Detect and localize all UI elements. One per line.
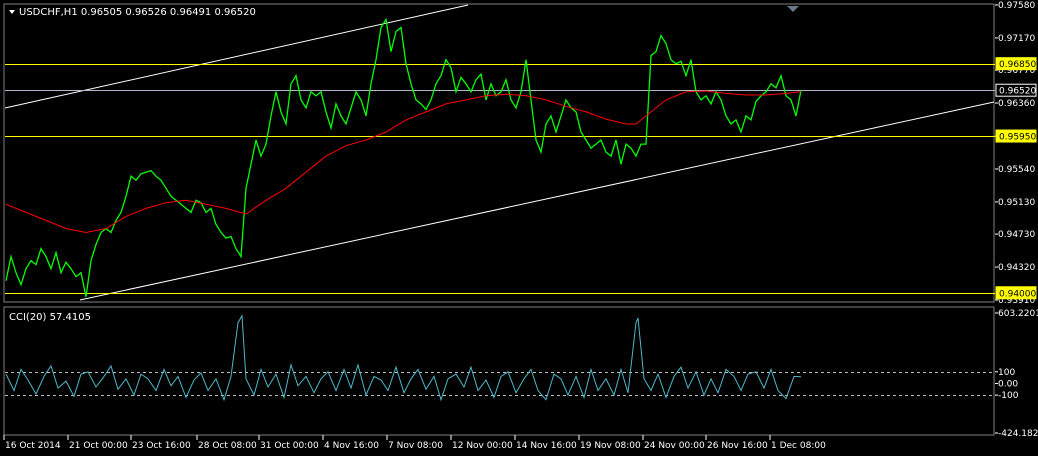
level-price-label: 0.96850 [999, 60, 1036, 70]
cci-tick-label: -424.1821 [998, 429, 1038, 439]
price-tick-label: 0.94730 [998, 230, 1035, 240]
price-tick-label: 0.97170 [998, 34, 1035, 44]
moving-average-line [5, 90, 802, 234]
time-tick-label: 31 Oct 00:00 [260, 441, 319, 451]
time-tick-label: 4 Nov 16:00 [324, 441, 379, 451]
upper-channel-line[interactable] [4, 4, 469, 109]
time-tick-label: 26 Nov 16:00 [707, 441, 768, 451]
time-tick-label: 14 Nov 16:00 [516, 441, 577, 451]
time-tick-label: 12 Nov 00:00 [452, 441, 513, 451]
lower-channel-line[interactable] [79, 101, 995, 301]
cci-tick-label: -100 [998, 391, 1019, 401]
price-axis: 0.975800.971700.967700.963600.959500.955… [995, 1, 1037, 306]
chart-header: USDCHF,H1 0.96505 0.96526 0.96491 0.9652… [19, 7, 256, 18]
main-price-layer [4, 4, 995, 301]
price-tick-label: 0.96360 [998, 99, 1035, 109]
level-price-label: 0.96520 [999, 87, 1036, 97]
shift-marker-icon[interactable] [787, 6, 799, 12]
price-chart: 0.975800.971700.967700.963600.959500.955… [3, 1, 1038, 451]
cci-panel-frame [3, 306, 995, 436]
cci-tick-label: 100 [998, 368, 1015, 378]
cci-layer [5, 314, 995, 402]
time-tick-label: 28 Oct 08:00 [198, 441, 257, 451]
main-panel-frame [3, 3, 995, 303]
cci-tick-label: 0.00 [998, 379, 1018, 389]
time-tick-label: 1 Dec 08:00 [771, 441, 826, 451]
price-tick-label: 0.95130 [998, 198, 1035, 208]
time-tick-label: 7 Nov 08:00 [388, 441, 443, 451]
time-axis: 16 Oct 2014 21 Oct 00:00 23 Oct 16:00 28 Oc… [3, 435, 826, 451]
cci-axis: 603.2201 1000.00 -100 -424.1821 [995, 309, 1038, 439]
level-price-label: 0.94000 [999, 289, 1036, 299]
level-price-label: 0.95950 [999, 133, 1036, 143]
price-series-line [5, 17, 802, 297]
cci-header: CCI(20) 57.4105 [9, 312, 91, 323]
price-tick-label: 0.95540 [998, 165, 1035, 175]
time-tick-label: 19 Nov 08:00 [580, 441, 641, 451]
time-tick-label: 23 Oct 16:00 [132, 441, 191, 451]
time-tick-label: 21 Oct 00:00 [69, 441, 128, 451]
time-tick-label: 16 Oct 2014 [5, 441, 61, 451]
dropdown-triangle-icon[interactable] [9, 10, 15, 14]
price-tick-label: 0.97580 [998, 1, 1035, 11]
cci-tick-label: 603.2201 [998, 309, 1038, 319]
time-tick-label: 24 Nov 00:00 [644, 441, 705, 451]
price-tick-label: 0.94320 [998, 263, 1035, 273]
cci-series-line [5, 314, 802, 402]
